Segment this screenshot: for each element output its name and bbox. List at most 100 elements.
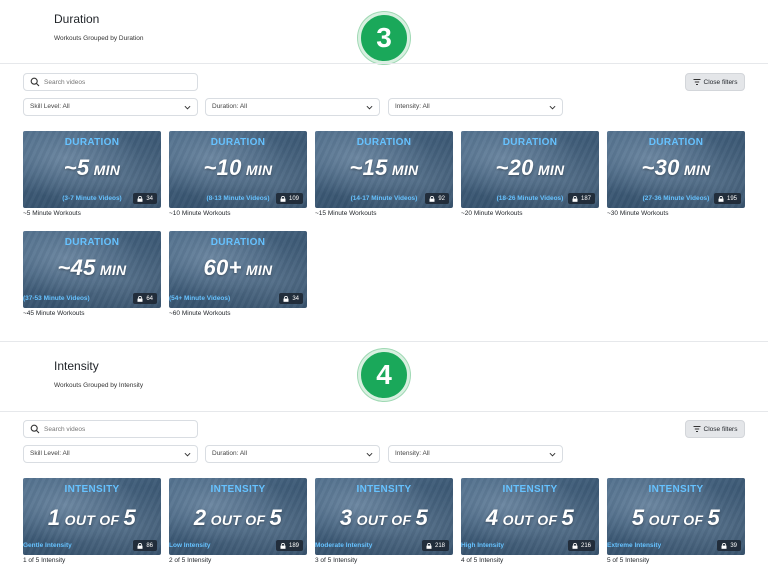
card-unit: MIN: [89, 162, 121, 178]
search-input[interactable]: [23, 420, 198, 438]
workout-card[interactable]: DURATION ~5 MIN (3-7 Minute Videos) 34 ~…: [23, 131, 161, 217]
intensity-select[interactable]: Intensity: All: [388, 98, 563, 116]
card-unit: OUT OF: [60, 512, 124, 528]
workout-card[interactable]: INTENSITY 2 OUT OF 5 Low Intensity 189 2…: [169, 478, 307, 564]
lock-icon: [283, 295, 289, 302]
chevron-down-icon: [184, 105, 191, 110]
card-headline: 5 OUT OF 5: [607, 505, 745, 531]
card-headline: 1 OUT OF 5: [23, 505, 161, 531]
card-num: ~45: [57, 255, 96, 280]
card-note: Gentle Intensity: [23, 542, 72, 549]
chevron-down-icon: [549, 452, 556, 457]
card-caption[interactable]: ~30 Minute Workouts: [607, 210, 745, 217]
card-kicker: DURATION: [64, 237, 120, 248]
skill-level-select[interactable]: Skill Level: All: [23, 445, 198, 463]
card-caption[interactable]: 3 of 5 Intensity: [315, 557, 453, 564]
workout-card[interactable]: DURATION ~45 MIN (37-53 Minute Videos) 6…: [23, 231, 161, 317]
card-kicker: DURATION: [356, 137, 412, 148]
card-unit: MIN: [95, 262, 127, 278]
card-caption[interactable]: ~5 Minute Workouts: [23, 210, 161, 217]
card-caption[interactable]: 5 of 5 Intensity: [607, 557, 745, 564]
card-caption[interactable]: ~60 Minute Workouts: [169, 310, 307, 317]
card-caption[interactable]: 4 of 5 Intensity: [461, 557, 599, 564]
card-caption[interactable]: ~45 Minute Workouts: [23, 310, 161, 317]
workout-card[interactable]: DURATION 60+ MIN (54+ Minute Videos) 34 …: [169, 231, 307, 317]
chevron-down-icon: [184, 452, 191, 457]
card-kicker: INTENSITY: [648, 484, 704, 495]
card-thumbnail[interactable]: DURATION 60+ MIN (54+ Minute Videos) 34: [169, 231, 307, 308]
video-count: 86: [146, 542, 153, 549]
filter-icon: [693, 79, 701, 85]
card-num2: 5: [123, 505, 137, 530]
card-note: Extreme Intensity: [607, 542, 662, 549]
card-note: (54+ Minute Videos): [169, 295, 231, 302]
card-headline: ~15 MIN: [315, 155, 453, 181]
section-subtitle: Workouts Grouped by Intensity: [54, 382, 144, 389]
workout-card[interactable]: DURATION ~15 MIN (14-17 Minute Videos) 9…: [315, 131, 453, 217]
workout-card[interactable]: INTENSITY 3 OUT OF 5 Moderate Intensity …: [315, 478, 453, 564]
intensity-select[interactable]: Intensity: All: [388, 445, 563, 463]
video-count: 109: [288, 195, 299, 202]
video-count-badge: 64: [133, 293, 157, 304]
card-headline: 2 OUT OF 5: [169, 505, 307, 531]
workout-card[interactable]: DURATION ~10 MIN (8-13 Minute Videos) 10…: [169, 131, 307, 217]
card-thumbnail[interactable]: DURATION ~15 MIN (14-17 Minute Videos) 9…: [315, 131, 453, 208]
card-caption[interactable]: 2 of 5 Intensity: [169, 557, 307, 564]
workout-card[interactable]: DURATION ~30 MIN (27-36 Minute Videos) 1…: [607, 131, 745, 217]
card-unit: MIN: [533, 162, 565, 178]
workout-card[interactable]: INTENSITY 1 OUT OF 5 Gentle Intensity 86…: [23, 478, 161, 564]
video-count-badge: 218: [421, 540, 449, 551]
card-num2: 5: [707, 505, 721, 530]
card-caption[interactable]: ~15 Minute Workouts: [315, 210, 453, 217]
card-thumbnail[interactable]: INTENSITY 4 OUT OF 5 High Intensity 216: [461, 478, 599, 555]
select-value: Intensity: All: [395, 450, 430, 457]
card-kicker: INTENSITY: [64, 484, 120, 495]
lock-icon: [429, 195, 435, 202]
card-thumbnail[interactable]: DURATION ~20 MIN (18-26 Minute Videos) 1…: [461, 131, 599, 208]
card-num: 60+: [203, 255, 242, 280]
card-thumbnail[interactable]: INTENSITY 3 OUT OF 5 Moderate Intensity …: [315, 478, 453, 555]
search-field[interactable]: [44, 75, 194, 89]
card-unit: OUT OF: [352, 512, 416, 528]
card-num2: 5: [415, 505, 429, 530]
card-thumbnail[interactable]: DURATION ~10 MIN (8-13 Minute Videos) 10…: [169, 131, 307, 208]
card-num2: 5: [561, 505, 575, 530]
card-caption[interactable]: 1 of 5 Intensity: [23, 557, 161, 564]
card-thumbnail[interactable]: DURATION ~5 MIN (3-7 Minute Videos) 34: [23, 131, 161, 208]
card-thumbnail[interactable]: DURATION ~45 MIN (37-53 Minute Videos) 6…: [23, 231, 161, 308]
skill-level-select[interactable]: Skill Level: All: [23, 98, 198, 116]
card-num: 5: [631, 505, 645, 530]
lock-icon: [137, 295, 143, 302]
search-field[interactable]: [44, 422, 194, 436]
workout-card[interactable]: INTENSITY 4 OUT OF 5 High Intensity 216 …: [461, 478, 599, 564]
card-note: Moderate Intensity: [315, 542, 373, 549]
card-thumbnail[interactable]: INTENSITY 2 OUT OF 5 Low Intensity 189: [169, 478, 307, 555]
intensity-section: Intensity Workouts Grouped by Intensity …: [0, 345, 768, 585]
chevron-down-icon: [366, 452, 373, 457]
workout-card[interactable]: INTENSITY 5 OUT OF 5 Extreme Intensity 3…: [607, 478, 745, 564]
close-filters-button[interactable]: Close filters: [685, 73, 745, 91]
workout-card[interactable]: DURATION ~20 MIN (18-26 Minute Videos) 1…: [461, 131, 599, 217]
card-headline: ~5 MIN: [23, 155, 161, 181]
card-num: 2: [193, 505, 207, 530]
card-num: 4: [485, 505, 499, 530]
filter-icon: [693, 426, 701, 432]
video-count-badge: 195: [713, 193, 741, 204]
card-thumbnail[interactable]: INTENSITY 5 OUT OF 5 Extreme Intensity 3…: [607, 478, 745, 555]
section-title: Duration: [54, 12, 100, 26]
card-kicker: DURATION: [648, 137, 704, 148]
card-num: ~10: [203, 155, 242, 180]
divider: [0, 411, 768, 412]
card-caption[interactable]: ~10 Minute Workouts: [169, 210, 307, 217]
card-thumbnail[interactable]: INTENSITY 1 OUT OF 5 Gentle Intensity 86: [23, 478, 161, 555]
card-note: Low Intensity: [169, 542, 211, 549]
card-caption[interactable]: ~20 Minute Workouts: [461, 210, 599, 217]
search-input[interactable]: [23, 73, 198, 91]
close-filters-button[interactable]: Close filters: [685, 420, 745, 438]
duration-select[interactable]: Duration: All: [205, 445, 380, 463]
search-icon: [30, 77, 40, 87]
card-thumbnail[interactable]: DURATION ~30 MIN (27-36 Minute Videos) 1…: [607, 131, 745, 208]
duration-select[interactable]: Duration: All: [205, 98, 380, 116]
card-num: ~30: [641, 155, 680, 180]
video-count-badge: 34: [279, 293, 303, 304]
